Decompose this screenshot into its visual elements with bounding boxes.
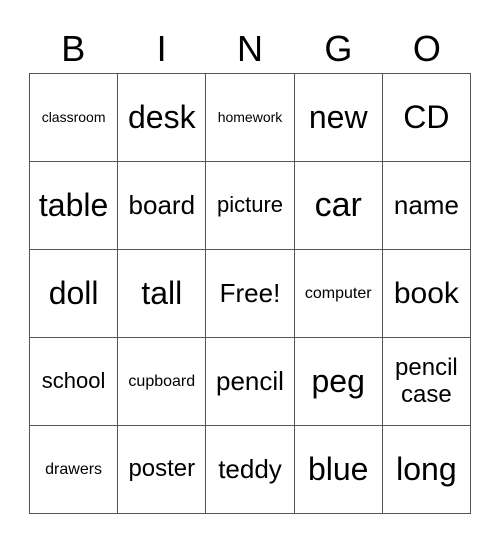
header-letter-g: G	[324, 28, 353, 69]
header-letter-o: O	[412, 28, 441, 69]
bingo-cell[interactable]: book	[382, 250, 471, 338]
bingo-cell[interactable]: desk	[118, 74, 207, 162]
bingo-cell[interactable]: pencil case	[382, 338, 471, 426]
bingo-cell[interactable]: homework	[206, 74, 295, 162]
bingo-header: B I N G O	[29, 26, 471, 72]
bingo-cell[interactable]: tall	[118, 250, 207, 338]
bingo-cell[interactable]: new	[294, 74, 383, 162]
bingo-cell[interactable]: board	[118, 162, 207, 250]
bingo-cell[interactable]: picture	[206, 162, 295, 250]
bingo-cell[interactable]: long	[382, 426, 471, 514]
header-letter-b: B	[61, 28, 86, 69]
header-letter-i: I	[156, 28, 167, 69]
bingo-grid: classroom desk homework new CD table boa…	[29, 73, 471, 514]
bingo-cell[interactable]: peg	[294, 338, 383, 426]
header-letter-n: N	[237, 28, 264, 69]
bingo-cell[interactable]: pencil	[206, 338, 295, 426]
bingo-cell[interactable]: classroom	[30, 74, 119, 162]
bingo-cell[interactable]: teddy	[206, 426, 295, 514]
bingo-cell[interactable]: computer	[294, 250, 383, 338]
bingo-cell[interactable]: poster	[118, 426, 207, 514]
bingo-cell[interactable]: school	[30, 338, 119, 426]
bingo-cell[interactable]: doll	[30, 250, 119, 338]
bingo-cell[interactable]: car	[294, 162, 383, 250]
free-space-cell[interactable]: Free!	[206, 250, 295, 338]
bingo-cell[interactable]: CD	[382, 74, 471, 162]
bingo-cell[interactable]: drawers	[30, 426, 119, 514]
bingo-cell[interactable]: table	[30, 162, 119, 250]
bingo-cell[interactable]: name	[382, 162, 471, 250]
bingo-cell[interactable]: blue	[294, 426, 383, 514]
bingo-cell[interactable]: cupboard	[118, 338, 207, 426]
